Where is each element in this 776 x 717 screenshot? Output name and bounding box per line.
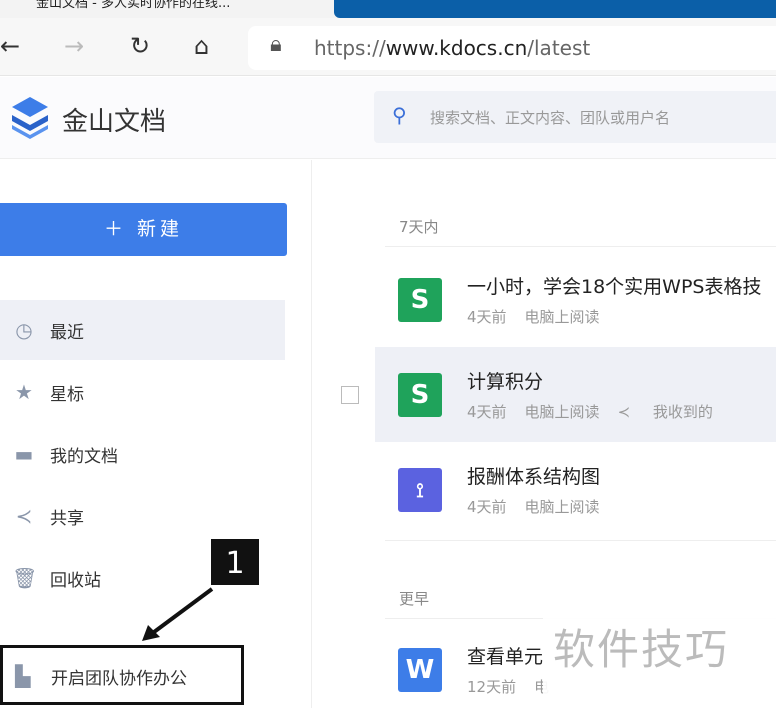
- kdocs-logo-icon: [12, 97, 48, 139]
- refresh-icon[interactable]: ↻: [130, 32, 150, 60]
- new-button[interactable]: ＋ 新建: [0, 203, 287, 256]
- lock-icon: 🔒︎: [270, 32, 282, 57]
- word-doc-icon: W: [398, 648, 442, 692]
- search-input[interactable]: ⚲ 搜索文档、正文内容、团队或用户名: [374, 91, 776, 143]
- share-icon: ≺: [15, 504, 33, 528]
- star-icon: ★: [15, 380, 33, 404]
- annotation-marker: 1: [209, 537, 261, 587]
- address-bar[interactable]: 🔒︎ https://www.kdocs.cn/latest: [248, 26, 776, 70]
- clock-icon: ◷: [15, 318, 33, 342]
- search-placeholder: 搜索文档、正文内容、团队或用户名: [430, 109, 671, 127]
- spreadsheet-icon: S: [398, 373, 442, 417]
- flowchart-icon: ⟟: [398, 468, 442, 512]
- app-header: 金山文档 ⚲ 搜索文档、正文内容、团队或用户名: [0, 77, 776, 159]
- section-label: 7天内: [399, 218, 439, 236]
- browser-navbar: ← → ↻ ⌂ 🔒︎ https://www.kdocs.cn/latest: [0, 18, 776, 76]
- brand-name: 金山文档: [62, 107, 167, 137]
- file-title: 报酬体系结构图: [467, 466, 601, 488]
- section-label: 更早: [399, 590, 430, 608]
- file-meta: 4天前 电脑上阅读 ≺ 我收到的: [467, 403, 713, 421]
- annotation-arrow-icon: [142, 587, 214, 641]
- share-icon: ≺: [617, 403, 635, 421]
- building-icon: ▙: [15, 664, 31, 688]
- url-text: https://www.kdocs.cn/latest: [314, 36, 591, 60]
- home-icon[interactable]: ⌂: [194, 32, 209, 60]
- file-row[interactable]: S 计算积分 4天前 电脑上阅读 ≺ 我收到的: [375, 347, 776, 442]
- watermark: 软件技巧: [543, 592, 776, 708]
- back-icon[interactable]: ←: [0, 32, 20, 60]
- trash-icon: 🗑︎: [12, 566, 38, 590]
- file-title: 查看单元: [467, 646, 544, 668]
- sidebar-item-starred[interactable]: ★ 星标: [0, 362, 285, 422]
- sidebar-item-recent[interactable]: ◷ 最近: [0, 300, 285, 360]
- file-title: 一小时，学会18个实用WPS表格技: [467, 276, 762, 298]
- file-row[interactable]: ⟟ 报酬体系结构图 4天前 电脑上阅读: [375, 442, 776, 537]
- browser-tab[interactable]: 金山文档 - 多人实时协作的在线...: [0, 0, 330, 18]
- search-icon: ⚲: [392, 103, 407, 127]
- file-meta: 4天前 电脑上阅读: [467, 308, 600, 326]
- team-collab-button[interactable]: ▙ 开启团队协作办公: [0, 645, 244, 705]
- folder-icon: ▬: [14, 442, 34, 466]
- browser-tab-bar: 金山文档 - 多人实时协作的在线...: [0, 0, 776, 18]
- spreadsheet-icon: S: [398, 278, 442, 322]
- file-meta: 4天前 电脑上阅读: [467, 498, 600, 516]
- file-title: 计算积分: [467, 371, 544, 393]
- forward-icon[interactable]: →: [64, 32, 84, 60]
- active-tab-strip[interactable]: [334, 0, 776, 18]
- row-checkbox[interactable]: [341, 386, 359, 404]
- file-row[interactable]: S 一小时，学会18个实用WPS表格技 4天前 电脑上阅读: [375, 252, 776, 347]
- tab-title: 金山文档 - 多人实时协作的在线...: [36, 0, 231, 11]
- sidebar-item-my-docs[interactable]: ▬ 我的文档: [0, 424, 285, 484]
